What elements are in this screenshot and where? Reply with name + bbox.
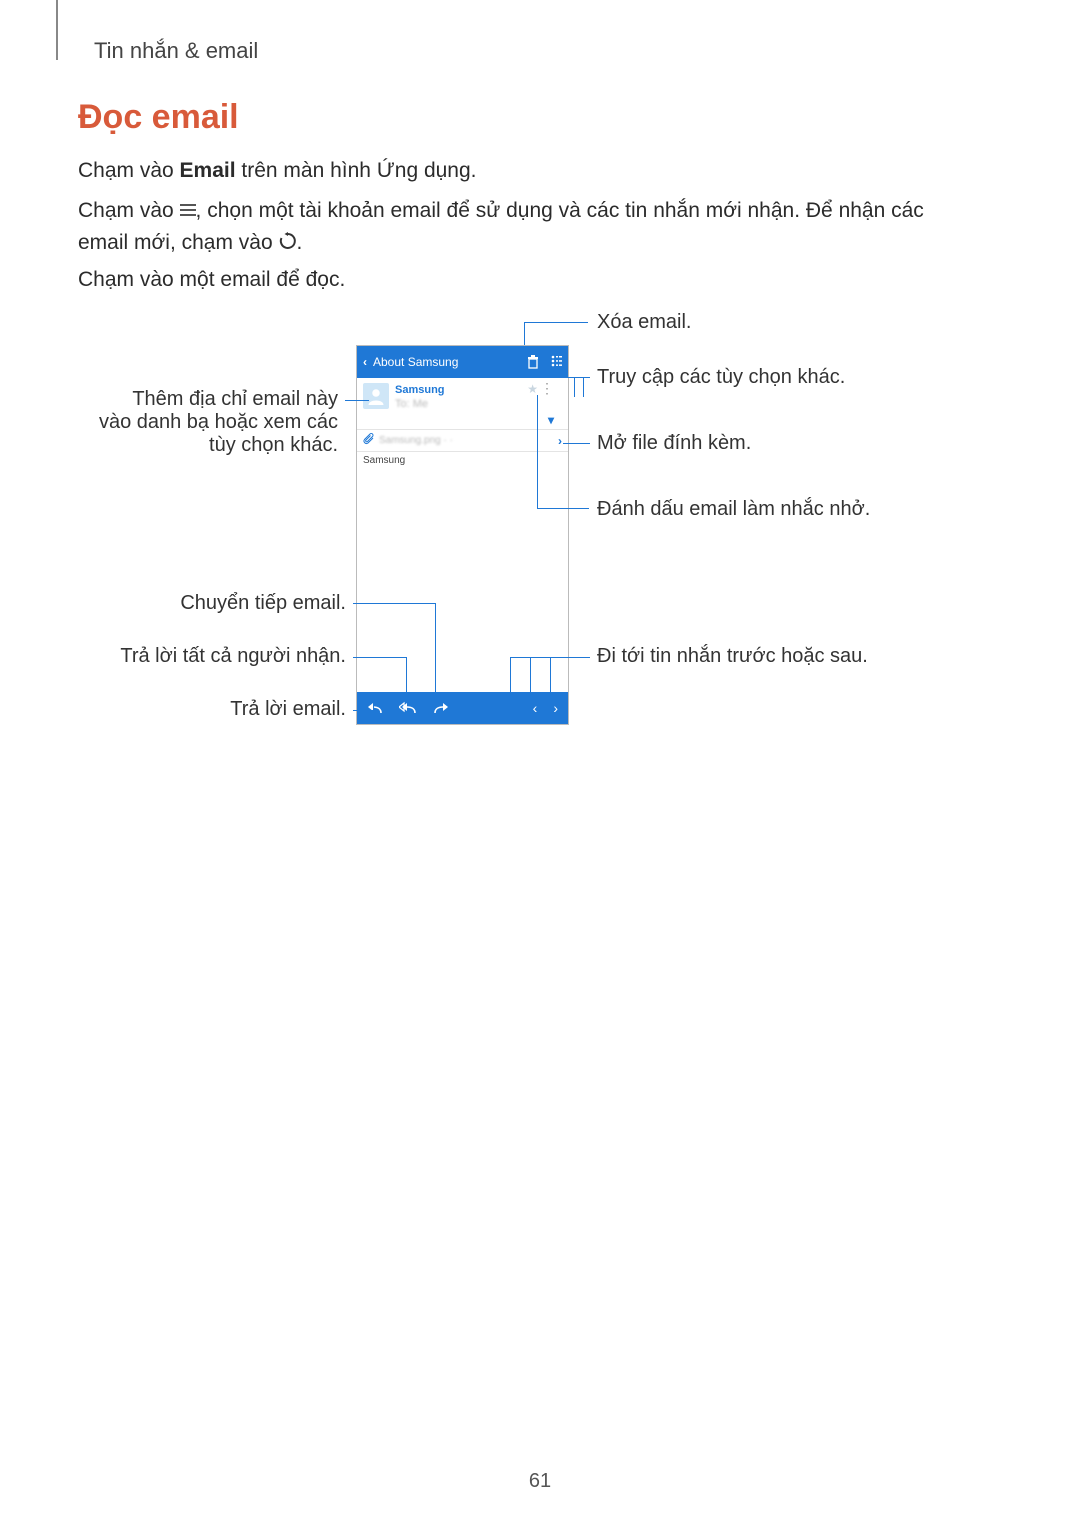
delete-icon[interactable] — [526, 355, 540, 369]
text-bold: Email — [180, 159, 236, 182]
reply-all-icon[interactable] — [399, 700, 417, 717]
leader-line — [524, 322, 525, 345]
leader-line — [574, 377, 575, 397]
leader-line — [435, 603, 436, 693]
email-titlebar: ‹ About Samsung — [357, 346, 568, 378]
email-bottombar: ‹ › — [357, 692, 568, 724]
text: trên màn hình Ứng dụng. — [236, 159, 477, 182]
row-more-icon[interactable]: ⋮ — [540, 380, 554, 397]
star-icon[interactable]: ★ — [527, 382, 538, 396]
callout-more-options: Truy cập các tùy chọn khác. — [597, 366, 845, 389]
paperclip-icon — [363, 433, 375, 448]
leader-line — [583, 377, 584, 397]
leader-line — [406, 657, 407, 693]
callout-forward: Chuyển tiếp email. — [166, 592, 346, 615]
leader-line — [353, 710, 373, 711]
leader-line — [563, 443, 590, 444]
leader-line — [558, 377, 590, 378]
avatar[interactable] — [363, 383, 389, 409]
hamburger-icon — [180, 195, 196, 227]
callout-reply-all: Trả lời tất cả người nhận. — [100, 645, 346, 668]
paragraph-3: Chạm vào một email để đọc. — [78, 264, 345, 296]
text: Chạm vào — [78, 199, 180, 222]
refresh-icon — [279, 228, 297, 260]
leader-line — [345, 400, 369, 401]
forward-icon[interactable] — [433, 700, 449, 717]
leader-line — [550, 657, 551, 693]
callout-reply: Trả lời email. — [200, 698, 346, 721]
leader-line — [510, 657, 590, 658]
leader-line — [524, 322, 588, 323]
expand-icon[interactable]: ▾ — [548, 413, 554, 427]
leader-line — [353, 603, 435, 604]
paragraph-2: Chạm vào , chọn một tài khoản email để s… — [78, 195, 978, 260]
section-heading: Đọc email — [78, 98, 239, 137]
leader-line — [530, 657, 531, 693]
text: , chọn một tài khoản email để sử dụng và… — [78, 199, 924, 254]
attachment-open-icon[interactable]: › — [558, 434, 562, 448]
paragraph-1: Chạm vào Email trên màn hình Ứng dụng. — [78, 155, 477, 187]
reply-icon[interactable] — [367, 700, 383, 717]
leader-line — [353, 657, 406, 658]
leader-line — [558, 346, 559, 377]
next-message-icon[interactable]: › — [553, 700, 558, 716]
back-icon[interactable]: ‹ — [363, 355, 367, 369]
callout-prev-next: Đi tới tin nhắn trước hoặc sau. — [597, 645, 868, 668]
leader-line — [373, 693, 374, 710]
leader-line — [510, 657, 511, 693]
sender-name: Samsung — [395, 383, 445, 397]
breadcrumb: Tin nhắn & email — [94, 38, 258, 64]
sender-sub-2 — [395, 411, 445, 425]
page-number: 61 — [0, 1470, 1080, 1493]
text: . — [297, 231, 303, 254]
callout-add-contact: Thêm địa chỉ email này vào danh bạ hoặc … — [98, 388, 338, 457]
leader-line — [537, 508, 589, 509]
more-options-icon[interactable] — [550, 354, 562, 370]
prev-message-icon[interactable]: ‹ — [533, 700, 538, 716]
callout-open-attachment: Mở file đính kèm. — [597, 432, 751, 455]
text: Chạm vào — [78, 159, 180, 182]
attachment-name: Samsung.png · · — [379, 435, 453, 446]
sender-sub: To: Me — [395, 397, 445, 411]
callout-flag-reminder: Đánh dấu email làm nhắc nhở. — [597, 498, 870, 521]
leader-line — [537, 395, 538, 508]
callout-delete: Xóa email. — [597, 311, 692, 334]
email-title: About Samsung — [373, 355, 458, 369]
